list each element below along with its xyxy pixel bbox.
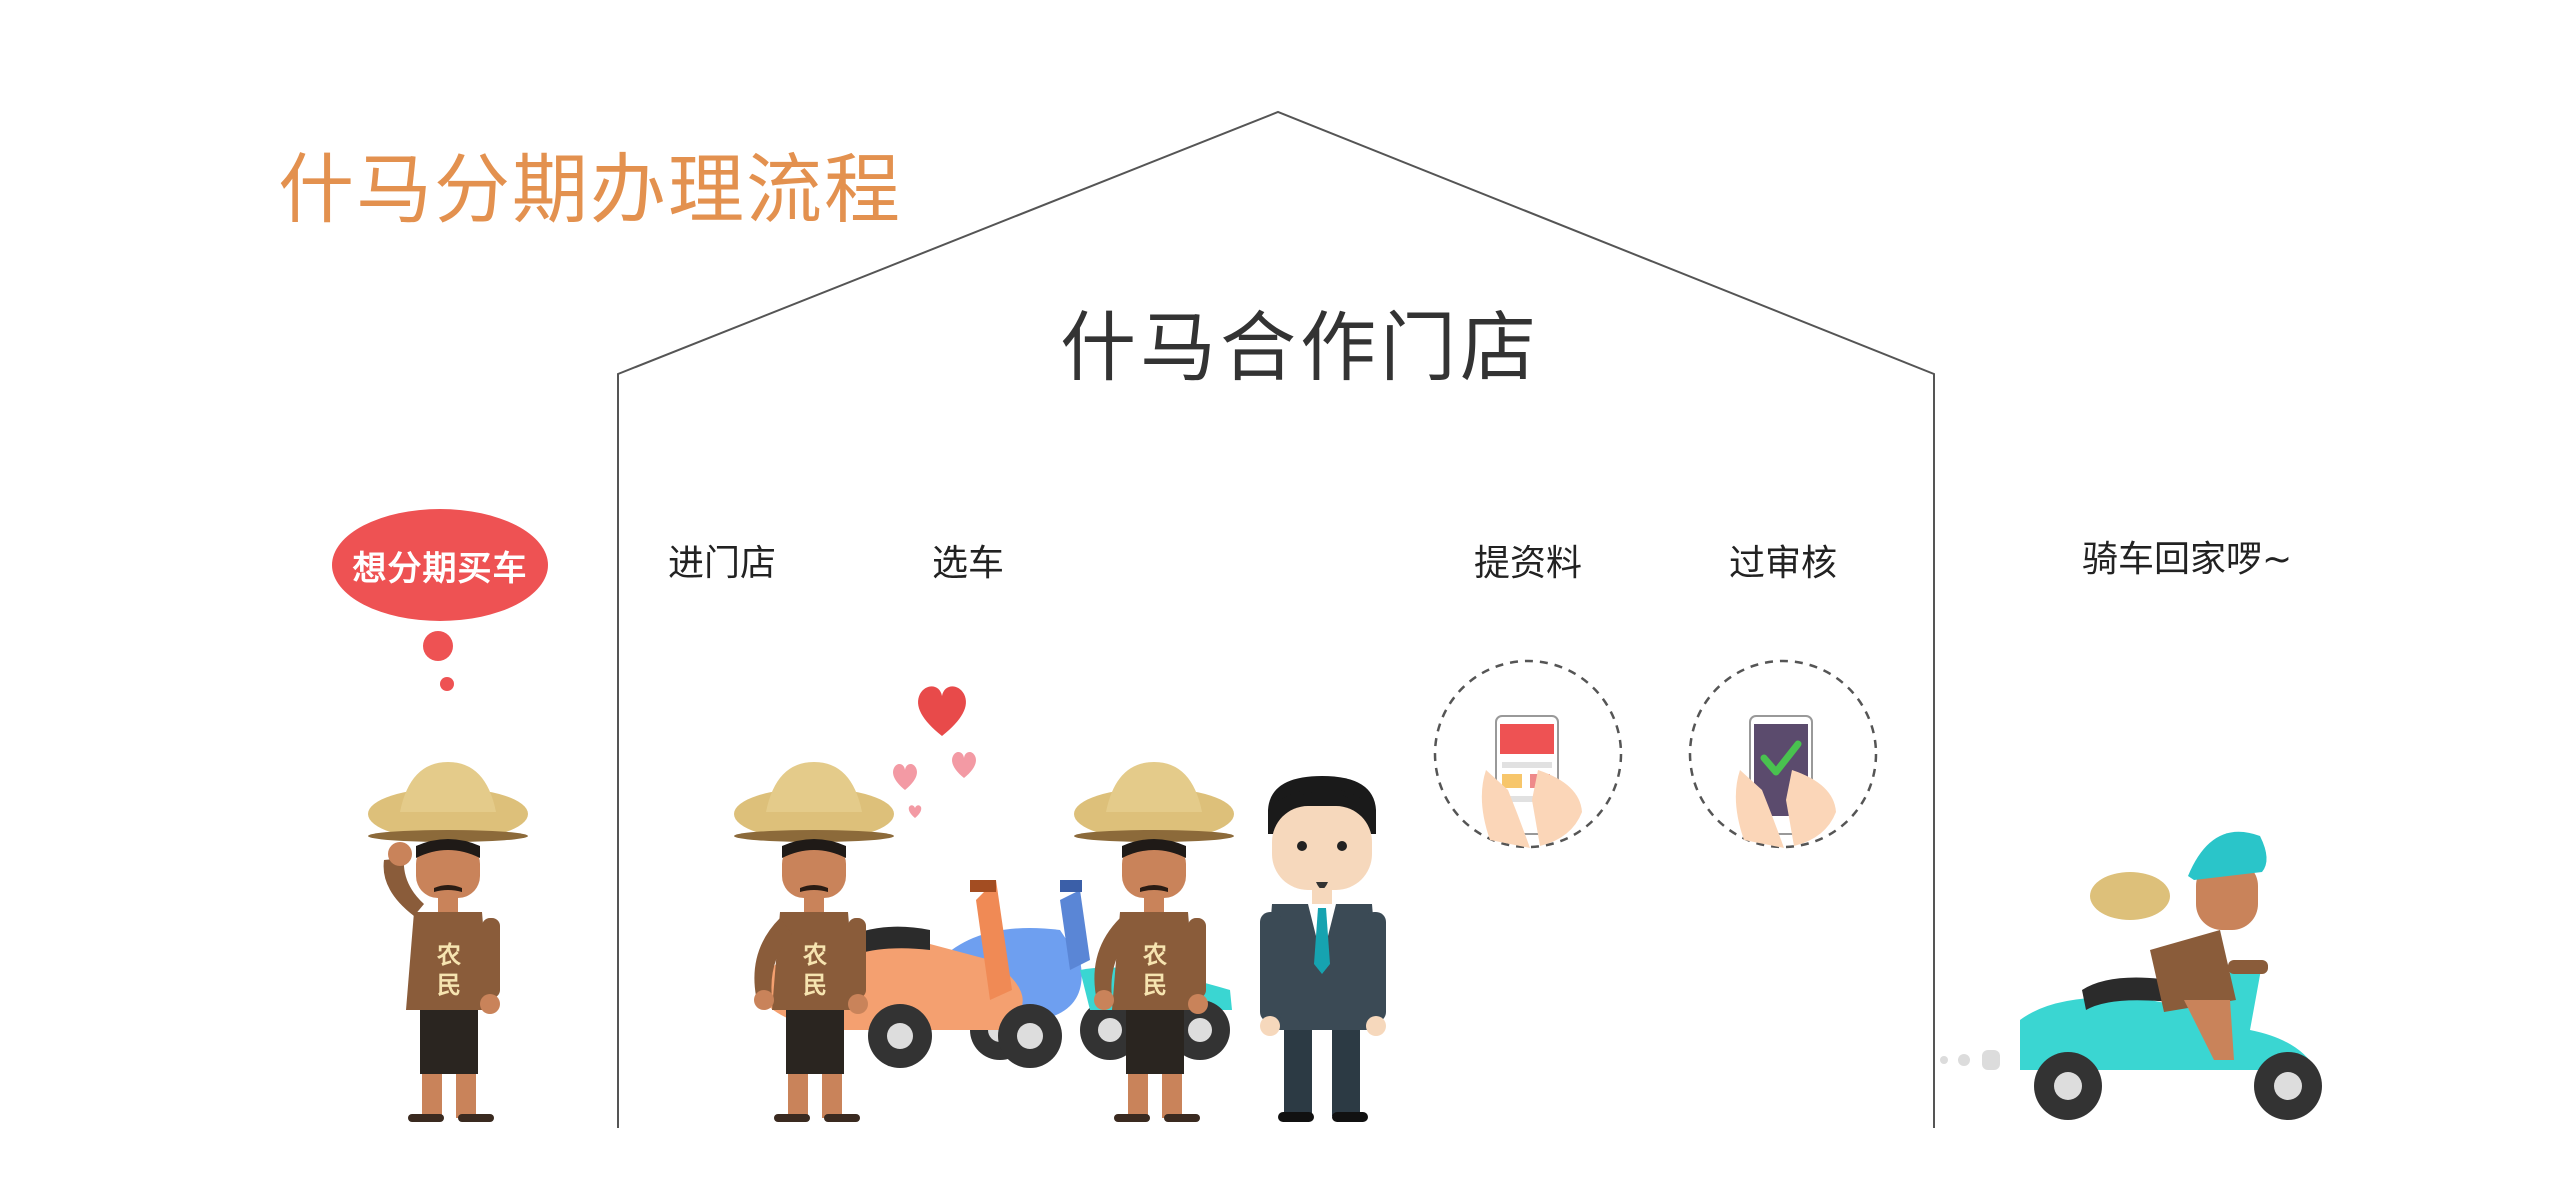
- store-salesman: [1260, 776, 1386, 1122]
- farmer1-shirt-text: 农民: [437, 941, 461, 999]
- review-approved-icon: [1688, 659, 1878, 849]
- heart-icon-large: [918, 686, 966, 736]
- store-title: 什马合作门店: [1060, 303, 1540, 392]
- farmer2-shirt-text: 农民: [803, 941, 827, 999]
- page-title: 什马分期办理流程: [278, 145, 902, 234]
- step-enter-store: 进门店: [668, 543, 777, 584]
- step-ride-home: 骑车回家啰~: [2082, 539, 2293, 580]
- heart-icon-tiny: [908, 805, 922, 818]
- heart-icon-small: [893, 764, 917, 790]
- submit-documents-icon: [1433, 659, 1623, 849]
- step-submit-documents: 提资料: [1474, 543, 1583, 584]
- thought-bubble-text: 想分期买车: [352, 548, 528, 589]
- farmer3-shirt-text: 农民: [1143, 941, 1167, 999]
- farmer-riding-scooter: [1940, 831, 2322, 1120]
- heart-icon-medium: [952, 752, 976, 778]
- step-pass-review: 过审核: [1729, 543, 1838, 584]
- step-choose-scooter: 选车: [932, 543, 1005, 584]
- heart-icons: [893, 686, 976, 818]
